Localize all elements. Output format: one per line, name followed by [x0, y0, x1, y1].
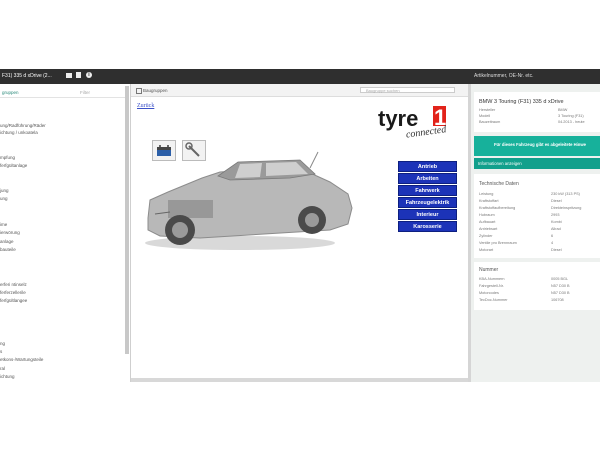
tech-value: Direkteinspritzung — [551, 206, 582, 210]
tree-item[interactable]: ierwörung — [0, 230, 20, 235]
grid-icon — [136, 88, 142, 94]
tree-item[interactable]: ichtung — [0, 374, 15, 379]
tech-label: Aufbauart — [479, 220, 496, 224]
tree-item[interactable]: ferfgültanlage — [0, 163, 27, 168]
tech-label: Motorart — [479, 248, 494, 252]
tree-item[interactable]: erferi ntinselz — [0, 282, 27, 287]
back-link[interactable]: Zurück — [137, 103, 154, 109]
tech-value: 4 — [551, 241, 554, 245]
article-search-input[interactable]: Artikelnummer, OE-Nr. etc. — [474, 73, 533, 79]
tree-item[interactable]: ferferzellerile — [0, 290, 26, 295]
tech-value: 230 kW (313 PS) — [551, 192, 580, 196]
tech-label: Kraftstoffart — [479, 199, 499, 203]
document-icon[interactable] — [76, 72, 81, 78]
info-label: Bauzeitraum — [479, 120, 501, 124]
tree-item[interactable]: jung — [0, 188, 9, 193]
tree-item[interactable]: ung — [0, 196, 8, 201]
tree-item[interactable]: ichtung / unkoatela — [0, 130, 38, 135]
tech-label: Antriebsart — [479, 227, 498, 231]
category-button-arbeiten[interactable]: Arbeiten — [398, 173, 457, 184]
tech-value: Diesel — [551, 199, 562, 203]
mail-icon[interactable] — [66, 73, 72, 78]
number-value: 106708 — [551, 298, 564, 302]
tree-item[interactable]: ime — [0, 222, 7, 227]
number-label: KBA-Nummern — [479, 277, 505, 281]
group-search-input[interactable]: Baugruppe suchen — [360, 87, 455, 93]
tech-label: Ventile pro Brennraum — [479, 241, 517, 245]
numbers-title: Nummer — [479, 267, 499, 273]
tech-data-title: Technische Daten — [479, 181, 519, 187]
number-value: N57 D30 B — [551, 291, 570, 295]
alert-text: Für dieses Fahrzeug gibt es abgeleitete … — [494, 142, 586, 147]
panel-divider[interactable] — [130, 84, 131, 382]
tree-item[interactable]: ferfgültlangee — [0, 298, 27, 303]
vehicle-card — [474, 92, 600, 132]
info-label: Hersteller — [479, 108, 496, 112]
tree-item[interactable]: ral — [0, 366, 5, 371]
tech-value: Allrad — [551, 227, 561, 231]
tab-groups[interactable]: gruppen — [2, 90, 19, 95]
tree-item[interactable]: ng — [0, 341, 5, 346]
category-button-antrieb[interactable]: Antrieb — [398, 161, 457, 172]
tree-item[interactable]: etkons-/Wartungsteile — [0, 357, 43, 362]
tree-item[interactable]: anlage — [0, 239, 14, 244]
logo-text: tyre — [378, 106, 418, 131]
category-button-interieur[interactable]: Interieur — [398, 209, 457, 220]
tech-label: Leistung — [479, 192, 494, 196]
number-label: TecDoc-Nummer — [479, 298, 508, 302]
info-value: 04.2013 - heute — [558, 120, 585, 124]
number-value: N57 D30 B — [551, 284, 570, 288]
tree-item[interactable]: s — [0, 349, 2, 354]
show-info-link[interactable]: Informationen anzeigen — [478, 161, 522, 166]
tree-item[interactable]: mpfung — [0, 155, 15, 160]
groups-header-label: Baugruppen — [143, 88, 168, 93]
info-icon[interactable]: i — [86, 72, 92, 78]
tech-label: Kraftstoffaufbereitung — [479, 206, 516, 210]
car-image[interactable] — [140, 148, 355, 253]
tech-value: 6 — [551, 234, 554, 238]
info-value: BMW — [558, 108, 568, 112]
vehicle-tab-title[interactable]: F31) 335 d xDrive (2... — [2, 73, 52, 79]
tree-item[interactable]: bauteile — [0, 247, 16, 252]
info-label: Modell — [479, 114, 491, 118]
info-value: 3 Touring (F31) — [558, 114, 584, 118]
tyre1-logo: tyre 1 connected — [378, 105, 448, 138]
tech-label: Zylinder — [479, 234, 493, 238]
number-value: 0005 BGL — [551, 277, 569, 281]
horizontal-scrollbar[interactable] — [131, 378, 468, 382]
number-label: Motorcodes — [479, 291, 499, 295]
tech-value: Diesel — [551, 248, 562, 252]
category-button-fahrwerk[interactable]: Fahrwerk — [398, 185, 457, 196]
category-button-karosserie[interactable]: Karosserie — [398, 221, 457, 232]
left-scrollbar[interactable] — [125, 86, 129, 354]
tech-label: Hubraum — [479, 213, 495, 217]
tab-filter[interactable]: Filter — [80, 90, 90, 95]
tech-value: 2993 — [551, 213, 560, 217]
tree-item[interactable]: ung/Radführung/Räder — [0, 123, 46, 128]
category-button-fahrzeugelektrik[interactable]: Fahrzeugelektrik — [398, 197, 457, 208]
vehicle-title: BMW 3 Touring (F31) 335 d xDrive — [479, 99, 564, 105]
tab-divider — [0, 97, 125, 98]
tech-value: Kombi — [551, 220, 562, 224]
number-label: Fahrgestell-Nr. — [479, 284, 504, 288]
